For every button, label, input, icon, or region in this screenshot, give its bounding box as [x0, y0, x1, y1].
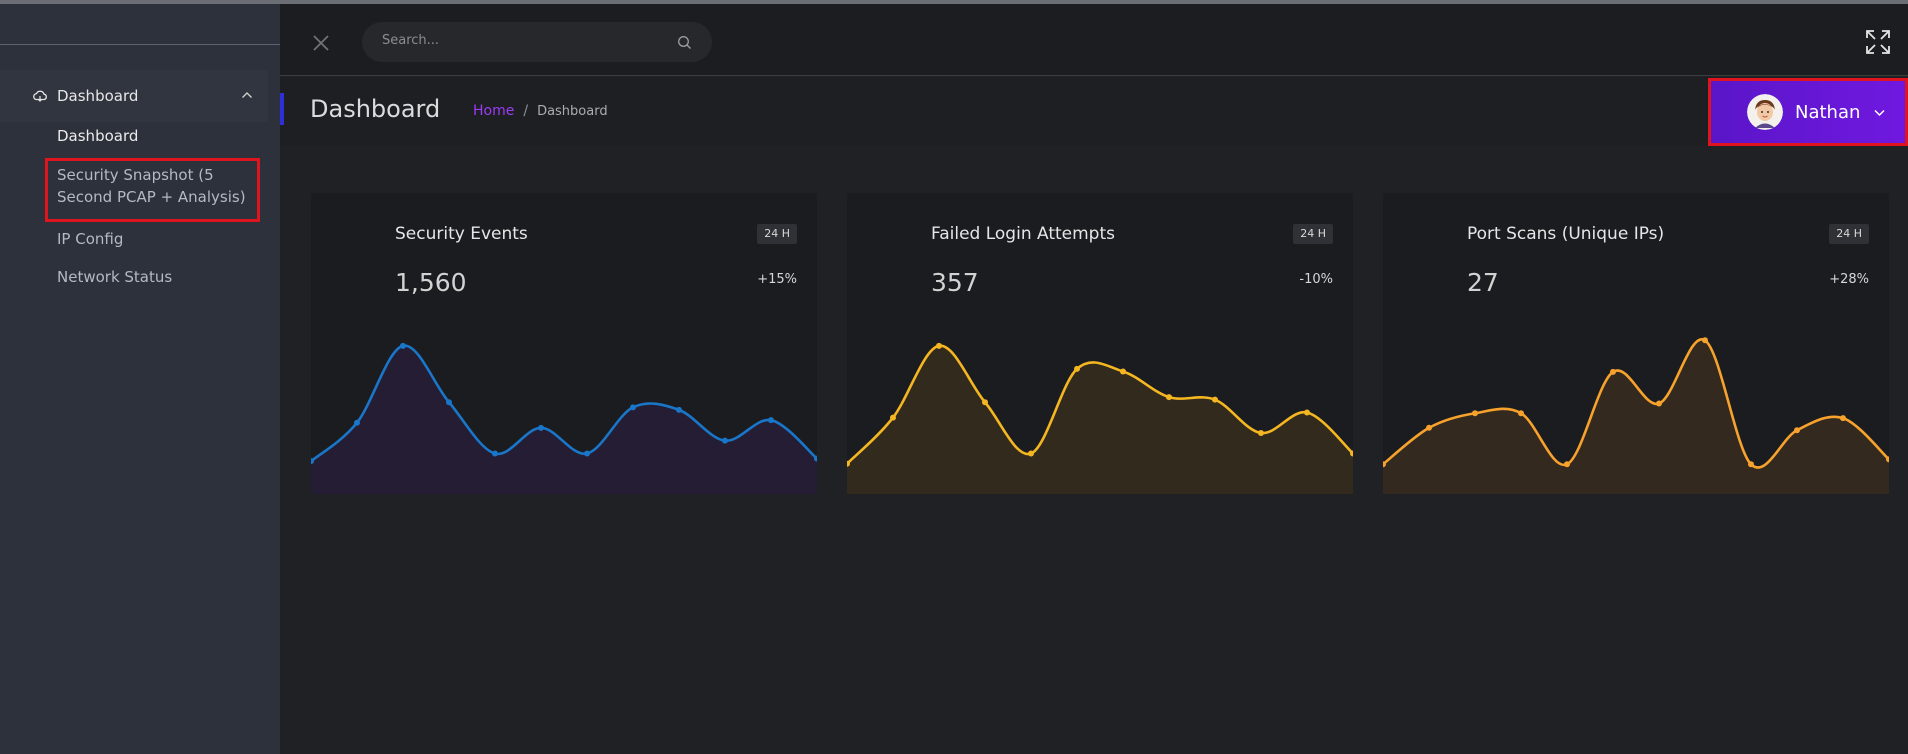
sidebar-divider: [0, 44, 280, 45]
sidebar: Dashboard Dashboard Security Snapshot (5…: [0, 4, 280, 754]
sparkline-point: [400, 342, 406, 349]
card-title: Port Scans (Unique IPs): [1467, 224, 1665, 244]
sidebar-item-dashboard[interactable]: Dashboard: [57, 125, 138, 147]
sparkline-point: [722, 437, 728, 444]
sparkline-point: [1028, 450, 1034, 457]
sparkline-point: [1702, 337, 1708, 344]
card-title: Failed Login Attempts: [931, 224, 1115, 244]
time-range-badge: 24 H: [1293, 224, 1333, 244]
sparkline-point: [1074, 365, 1080, 372]
sparkline-area: [311, 345, 817, 494]
top-header: Search...: [280, 4, 1908, 76]
sparkline-point: [1212, 396, 1218, 403]
sparkline-point: [1258, 429, 1264, 436]
sparkline-point: [1304, 409, 1310, 416]
search-icon[interactable]: [677, 35, 692, 50]
sparkline-point: [676, 406, 682, 413]
sparkline-point: [1610, 368, 1616, 375]
breadcrumb-current: Dashboard: [537, 103, 608, 119]
breadcrumb-home-link[interactable]: Home: [473, 103, 514, 119]
sparkline-point: [354, 419, 360, 426]
sparkline-point: [1472, 410, 1478, 417]
sparkline-point: [936, 342, 942, 349]
search-input[interactable]: Search...: [362, 22, 712, 62]
time-range-badge: 24 H: [757, 224, 797, 244]
page-title: Dashboard: [310, 95, 441, 123]
sparkline-chart: [847, 342, 1353, 494]
sparkline-point: [982, 399, 988, 406]
avatar: [1747, 94, 1783, 130]
sparkline-point: [768, 417, 774, 424]
card-title: Security Events: [395, 224, 528, 244]
breadcrumb: Home / Dashboard: [473, 103, 608, 119]
card-change: -10%: [1299, 272, 1333, 287]
card-value: 27: [1467, 268, 1499, 297]
sparkline-point: [1518, 410, 1524, 417]
sparkline-chart: [311, 342, 817, 494]
sidebar-item-ip-config[interactable]: IP Config: [57, 228, 123, 250]
sparkline-chart: [1383, 337, 1889, 494]
stat-card-security-events: Security Events 24 H 1,560 +15%: [311, 193, 817, 494]
sparkline-point: [492, 450, 498, 457]
sparkline-point: [446, 399, 452, 406]
sparkline-point: [1748, 461, 1754, 468]
breadcrumb-separator: /: [523, 103, 529, 119]
user-menu-button[interactable]: Nathan: [1708, 78, 1908, 146]
sparkline-point: [1840, 415, 1846, 422]
sparkline-area: [847, 345, 1353, 494]
sparkline-point: [538, 424, 544, 431]
sparkline-point: [1120, 368, 1126, 375]
sidebar-group-label: Dashboard: [57, 87, 139, 105]
highlight-box: [45, 158, 260, 222]
sparkline-point: [890, 414, 896, 421]
chevron-down-icon: [1874, 109, 1885, 116]
sparkline-point: [1166, 394, 1172, 401]
sparkline-point: [1426, 424, 1432, 431]
sidebar-item-network-status[interactable]: Network Status: [57, 266, 172, 288]
sparkline-point: [584, 450, 590, 457]
close-icon[interactable]: [310, 32, 332, 54]
time-range-badge: 24 H: [1829, 224, 1869, 244]
sidebar-group-dashboard[interactable]: Dashboard: [0, 70, 268, 122]
sparkline-point: [630, 404, 636, 411]
stat-card-port-scans: Port Scans (Unique IPs) 24 H 27 +28%: [1383, 193, 1889, 494]
sparkline-point: [1794, 427, 1800, 434]
page-title-bar: Dashboard Home / Dashboard: [280, 77, 1908, 145]
user-name: Nathan: [1795, 101, 1861, 123]
card-value: 1,560: [395, 268, 467, 297]
card-change: +15%: [757, 272, 797, 287]
fullscreen-icon[interactable]: [1864, 28, 1892, 56]
sparkline-point: [1656, 400, 1662, 407]
title-accent-bar: [280, 93, 284, 125]
sparkline-point: [1564, 461, 1570, 468]
card-value: 357: [931, 268, 979, 297]
chevron-up-icon[interactable]: [240, 88, 254, 102]
stat-card-failed-logins: Failed Login Attempts 24 H 357 -10%: [847, 193, 1353, 494]
card-change: +28%: [1829, 272, 1869, 287]
search-placeholder: Search...: [382, 33, 440, 48]
cloud-icon: [33, 90, 47, 102]
